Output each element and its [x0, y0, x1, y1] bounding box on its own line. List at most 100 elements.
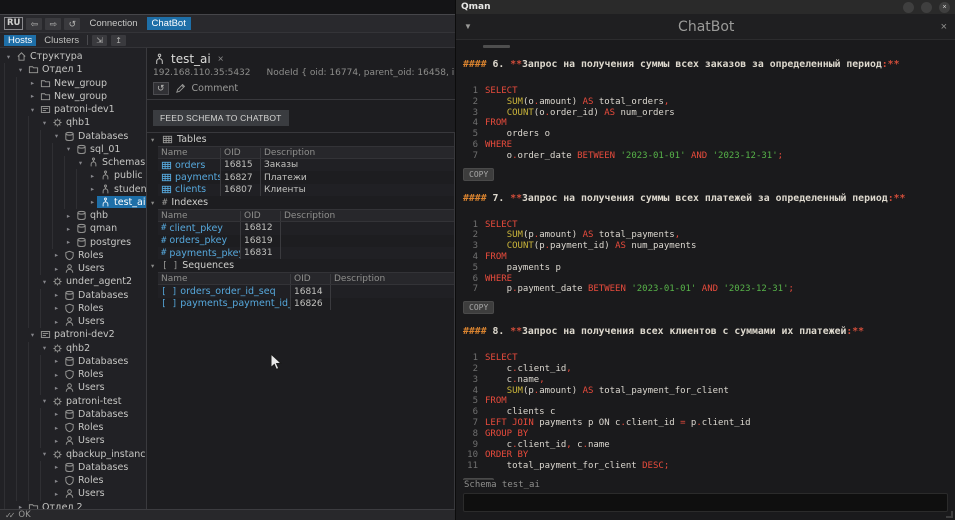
- tree-item-отдел-2[interactable]: ▸Отдел 2: [4, 501, 146, 510]
- tab-chatbot[interactable]: ChatBot: [147, 17, 191, 30]
- chatbot-window-titlebar[interactable]: Qman ×: [456, 0, 955, 14]
- tab-clusters[interactable]: Clusters: [40, 35, 83, 46]
- table-row[interactable]: orders16815Заказы: [158, 159, 454, 171]
- tree-item-qman[interactable]: ▸qman: [4, 222, 146, 235]
- resize-grip[interactable]: [946, 511, 953, 518]
- expander-icon[interactable]: ▾: [28, 331, 37, 339]
- expander-icon[interactable]: ▸: [52, 437, 61, 445]
- tree-item-roles[interactable]: ▸Roles: [4, 421, 146, 434]
- expander-icon[interactable]: ▸: [52, 490, 61, 498]
- tab-hosts[interactable]: Hosts: [4, 35, 36, 46]
- chevron-down-icon[interactable]: ▼: [464, 22, 472, 31]
- expander-icon[interactable]: ▸: [52, 371, 61, 379]
- expander-icon[interactable]: ▾: [40, 344, 49, 352]
- expander-icon[interactable]: ▾: [40, 397, 49, 405]
- table-row[interactable]: #client_pkey16812: [158, 222, 454, 234]
- back-button[interactable]: ⇦: [26, 18, 42, 30]
- minimize-button[interactable]: [903, 2, 914, 13]
- tree-item-patroni-test[interactable]: ▾patroni-test: [4, 395, 146, 408]
- expander-icon[interactable]: ▾: [4, 53, 13, 61]
- chat-message-input[interactable]: [463, 493, 948, 512]
- window-close-button[interactable]: ×: [939, 2, 950, 13]
- tree-item-roles[interactable]: ▸Roles: [4, 368, 146, 381]
- section-header-tables[interactable]: ▾Tables: [147, 133, 454, 146]
- tree-item-databases[interactable]: ▸Databases: [4, 289, 146, 302]
- tree-item-qhb1[interactable]: ▾qhb1: [4, 116, 146, 129]
- tree-item-users[interactable]: ▸Users: [4, 381, 146, 394]
- comment-label[interactable]: Comment: [192, 83, 239, 94]
- tree-item-qhb2[interactable]: ▾qhb2: [4, 342, 146, 355]
- expander-icon[interactable]: ▸: [52, 357, 61, 365]
- expander-icon[interactable]: ▸: [52, 265, 61, 273]
- panel-close-icon[interactable]: ×: [941, 21, 947, 33]
- forward-button[interactable]: ⇨: [45, 18, 61, 30]
- feed-schema-button[interactable]: FEED SCHEMA TO CHATBOT: [153, 110, 289, 126]
- maximize-button[interactable]: [921, 2, 932, 13]
- expander-icon[interactable]: ▸: [52, 424, 61, 432]
- tree-item-databases[interactable]: ▸Databases: [4, 408, 146, 421]
- tree-item-sql-01[interactable]: ▾sql_01: [4, 143, 146, 156]
- section-header-sequences[interactable]: ▾[ ]Sequences: [147, 259, 454, 272]
- tree-item-users[interactable]: ▸Users: [4, 434, 146, 447]
- table-row[interactable]: clients16807Клиенты: [158, 184, 454, 196]
- copy-button[interactable]: COPY: [463, 301, 494, 314]
- tree-item-databases[interactable]: ▸Databases: [4, 355, 146, 368]
- tree-item-under-agent2[interactable]: ▾under_agent2: [4, 275, 146, 288]
- tree-item-users[interactable]: ▸Users: [4, 262, 146, 275]
- tab-connection[interactable]: Connection: [83, 18, 143, 29]
- tree-item-postgres[interactable]: ▸postgres: [4, 236, 146, 249]
- expander-icon[interactable]: ▾: [52, 132, 61, 140]
- expander-icon[interactable]: ▸: [64, 225, 73, 233]
- schema-tab-close-button[interactable]: ×: [216, 54, 226, 65]
- table-row[interactable]: [ ]payments_payment_id_seq16826: [158, 298, 454, 310]
- table-row[interactable]: #payments_pkey16831: [158, 247, 454, 259]
- table-row[interactable]: [ ]orders_order_id_seq16814: [158, 285, 454, 297]
- tree-item-qbackup-instance[interactable]: ▾qbackup_instance: [4, 448, 146, 461]
- section-header-indexes[interactable]: ▾#Indexes: [147, 196, 454, 209]
- expander-icon[interactable]: ▸: [64, 238, 73, 246]
- tree-item-users[interactable]: ▸Users: [4, 487, 146, 500]
- expander-icon[interactable]: ▸: [52, 384, 61, 392]
- expander-icon[interactable]: ▸: [28, 92, 37, 100]
- table-row[interactable]: payments16827Платежи: [158, 171, 454, 183]
- expander-icon[interactable]: ▾: [76, 159, 85, 167]
- expander-icon[interactable]: ▾: [28, 106, 37, 114]
- expander-icon[interactable]: ▸: [88, 172, 97, 180]
- expander-icon[interactable]: ▸: [64, 212, 73, 220]
- language-button[interactable]: RU: [4, 17, 23, 30]
- refresh-button[interactable]: ↺: [64, 18, 80, 30]
- tree-item-schemas[interactable]: ▾Schemas: [4, 156, 146, 169]
- tree-item-databases[interactable]: ▾Databases: [4, 130, 146, 143]
- expander-icon[interactable]: ▸: [52, 304, 61, 312]
- expander-icon[interactable]: ▾: [40, 278, 49, 286]
- expander-icon[interactable]: ▸: [52, 291, 61, 299]
- tree-item-patroni-dev2[interactable]: ▾patroni-dev2: [4, 328, 146, 341]
- tree-item-patroni-dev1[interactable]: ▾patroni-dev1: [4, 103, 146, 116]
- tree-item-qhb[interactable]: ▸qhb: [4, 209, 146, 222]
- expander-icon[interactable]: ▸: [52, 463, 61, 471]
- tree-item-new-group[interactable]: ▸New_group: [4, 90, 146, 103]
- tree-item-student-01[interactable]: ▸student_01: [4, 183, 146, 196]
- tree-item-test-ai[interactable]: ▸test_ai: [4, 196, 146, 209]
- expander-icon[interactable]: ▸: [52, 410, 61, 418]
- expander-icon[interactable]: ▾: [16, 66, 25, 74]
- tree-item-отдел-1[interactable]: ▾Отдел 1: [4, 63, 146, 76]
- expander-icon[interactable]: ▸: [52, 477, 61, 485]
- tree-item-структура[interactable]: ▾Структура: [4, 50, 146, 63]
- collapse-all-button[interactable]: ⇲: [92, 35, 107, 46]
- pencil-icon[interactable]: [175, 83, 186, 94]
- table-row[interactable]: #orders_pkey16819: [158, 235, 454, 247]
- expander-icon[interactable]: ▸: [88, 198, 97, 206]
- tree-item-new-group[interactable]: ▸New_group: [4, 77, 146, 90]
- scrollbar-thumb[interactable]: [483, 45, 510, 48]
- tree-item-public[interactable]: ▸public: [4, 169, 146, 182]
- tree-item-databases[interactable]: ▸Databases: [4, 461, 146, 474]
- tree-item-users[interactable]: ▸Users: [4, 315, 146, 328]
- expander-icon[interactable]: ▸: [52, 318, 61, 326]
- tree-item-roles[interactable]: ▸Roles: [4, 302, 146, 315]
- expander-icon[interactable]: ▾: [64, 145, 73, 153]
- expand-top-button[interactable]: ↥: [111, 35, 126, 46]
- expander-icon[interactable]: ▾: [40, 119, 49, 127]
- expander-icon[interactable]: ▸: [28, 79, 37, 87]
- copy-button[interactable]: COPY: [463, 168, 494, 181]
